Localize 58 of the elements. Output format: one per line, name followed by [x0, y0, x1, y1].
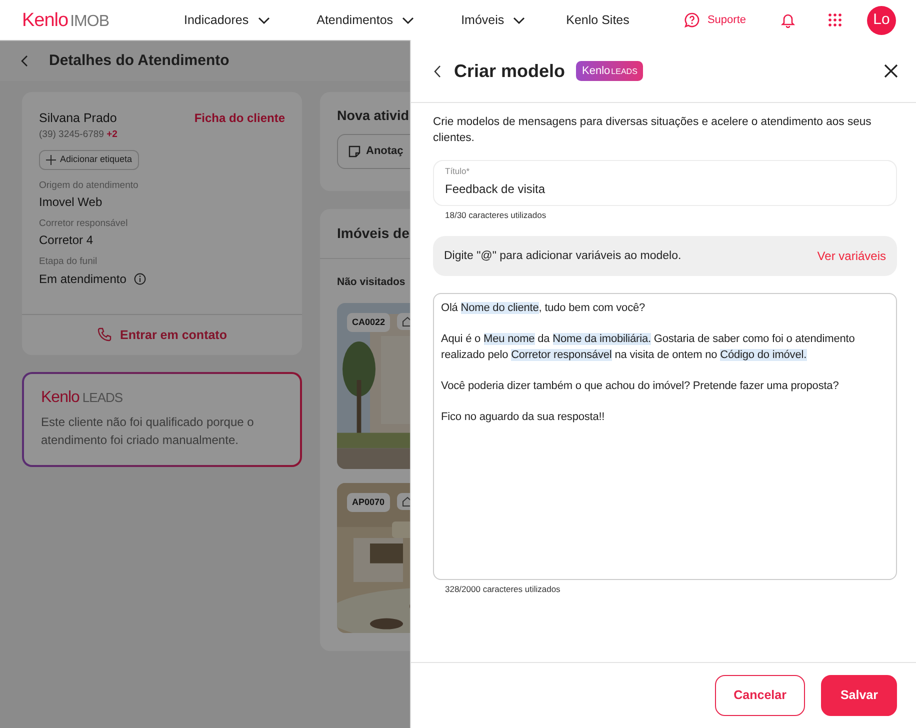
field-value: Imovel Web — [39, 194, 102, 211]
client-record-link[interactable]: Ficha do cliente — [194, 109, 285, 127]
leads-message: Este cliente não foi qualificado porque o atendimento foi criado manualmente. — [41, 414, 255, 449]
note-icon — [348, 145, 361, 158]
note-button[interactable]: Anotaç — [337, 134, 410, 169]
message-field[interactable] — [433, 293, 897, 580]
card-title: Imóveis de — [337, 224, 410, 243]
nav-menu-item[interactable]: Kenlo Sites — [566, 10, 630, 30]
field-label: Corretor responsável — [39, 217, 129, 231]
nav-menu-item[interactable]: Indicadores — [184, 10, 271, 30]
character-counter: 18/30 caracteres utilizados — [445, 209, 548, 222]
page-title: Detalhes do Atendimento — [49, 50, 230, 71]
app-logo[interactable]: Kenlo IMOB — [22, 10, 109, 30]
close-icon[interactable] — [884, 64, 898, 78]
kenlo-leads-badge: KenloLEADS — [576, 60, 644, 82]
field-label: Etapa do funil — [39, 255, 98, 270]
phone-icon — [97, 327, 112, 342]
info-icon[interactable] — [134, 272, 146, 284]
field-value: Corretor 4 — [39, 232, 94, 250]
property-code: AP0070 — [347, 492, 390, 512]
cancel-button[interactable]: Cancelar — [714, 675, 806, 716]
back-icon[interactable] — [20, 55, 29, 67]
kenlo-leads-logo: Kenlo LEADS — [41, 390, 124, 406]
hint-text: Digite "@" para adicionar variáveis ao modelo. — [444, 248, 682, 264]
view-variables-link[interactable]: Ver variáveis — [817, 247, 886, 266]
home-icon — [402, 316, 410, 327]
message-paragraph: Você poderia dizer também o que achou do imóvel? Pretende fazer uma proposta? — [441, 379, 840, 394]
property-code: CA0022 — [347, 312, 390, 332]
card-title: Nova ativid — [337, 107, 410, 125]
property-card[interactable]: CA0022 — [337, 302, 410, 469]
help-icon — [684, 12, 700, 28]
field-label: Origem do atendimento — [39, 178, 140, 193]
user-avatar[interactable]: Lo — [867, 6, 896, 34]
drawer-description: Crie modelos de mensagens para diversas situações e acelere o atendimento aos seus clientes. — [433, 115, 872, 146]
back-icon[interactable] — [433, 64, 442, 78]
field-value: Em atendimento — [39, 270, 126, 288]
drawer-title: Criar modelo — [454, 60, 566, 82]
character-counter: 328/2000 caracteres utilizados — [445, 583, 562, 596]
plus-icon — [46, 154, 56, 165]
message-paragraph: Olá Nome do cliente, tudo bem com você? — [441, 301, 646, 316]
property-card[interactable]: AP0070 — [337, 482, 410, 633]
save-button[interactable]: Salvar — [821, 675, 897, 716]
section-title: Não visitados — [337, 275, 406, 290]
contact-button[interactable]: Entrar em contato — [91, 324, 233, 346]
apps-grid-icon[interactable] — [828, 13, 842, 27]
nav-menu-item[interactable]: Atendimentos — [316, 10, 416, 30]
support-link[interactable]: Suporte — [684, 12, 746, 28]
field-label: Título* — [445, 164, 471, 178]
field-value: Feedback de visita — [445, 180, 885, 198]
add-tag-button[interactable]: Adicionar etiqueta — [39, 150, 140, 170]
message-paragraph: Aqui é o Meu nome da Nome da imobiliária. Gostaria de saber como foi o atendimento realizado pelo Corretor responsável na visita de ontem no Código do imóvel. — [441, 332, 856, 364]
nav-menu-item[interactable]: Imóveis — [461, 10, 526, 30]
home-icon — [402, 496, 410, 507]
client-phone: (39) 3245-6789 +2 — [39, 128, 118, 142]
client-name: Silvana Prado — [39, 110, 118, 127]
title-field[interactable]: Título* Feedback de visita — [433, 160, 897, 206]
notification-bell-icon[interactable] — [780, 12, 796, 28]
message-paragraph: Fico no aguardo da sua resposta!! — [441, 410, 606, 426]
